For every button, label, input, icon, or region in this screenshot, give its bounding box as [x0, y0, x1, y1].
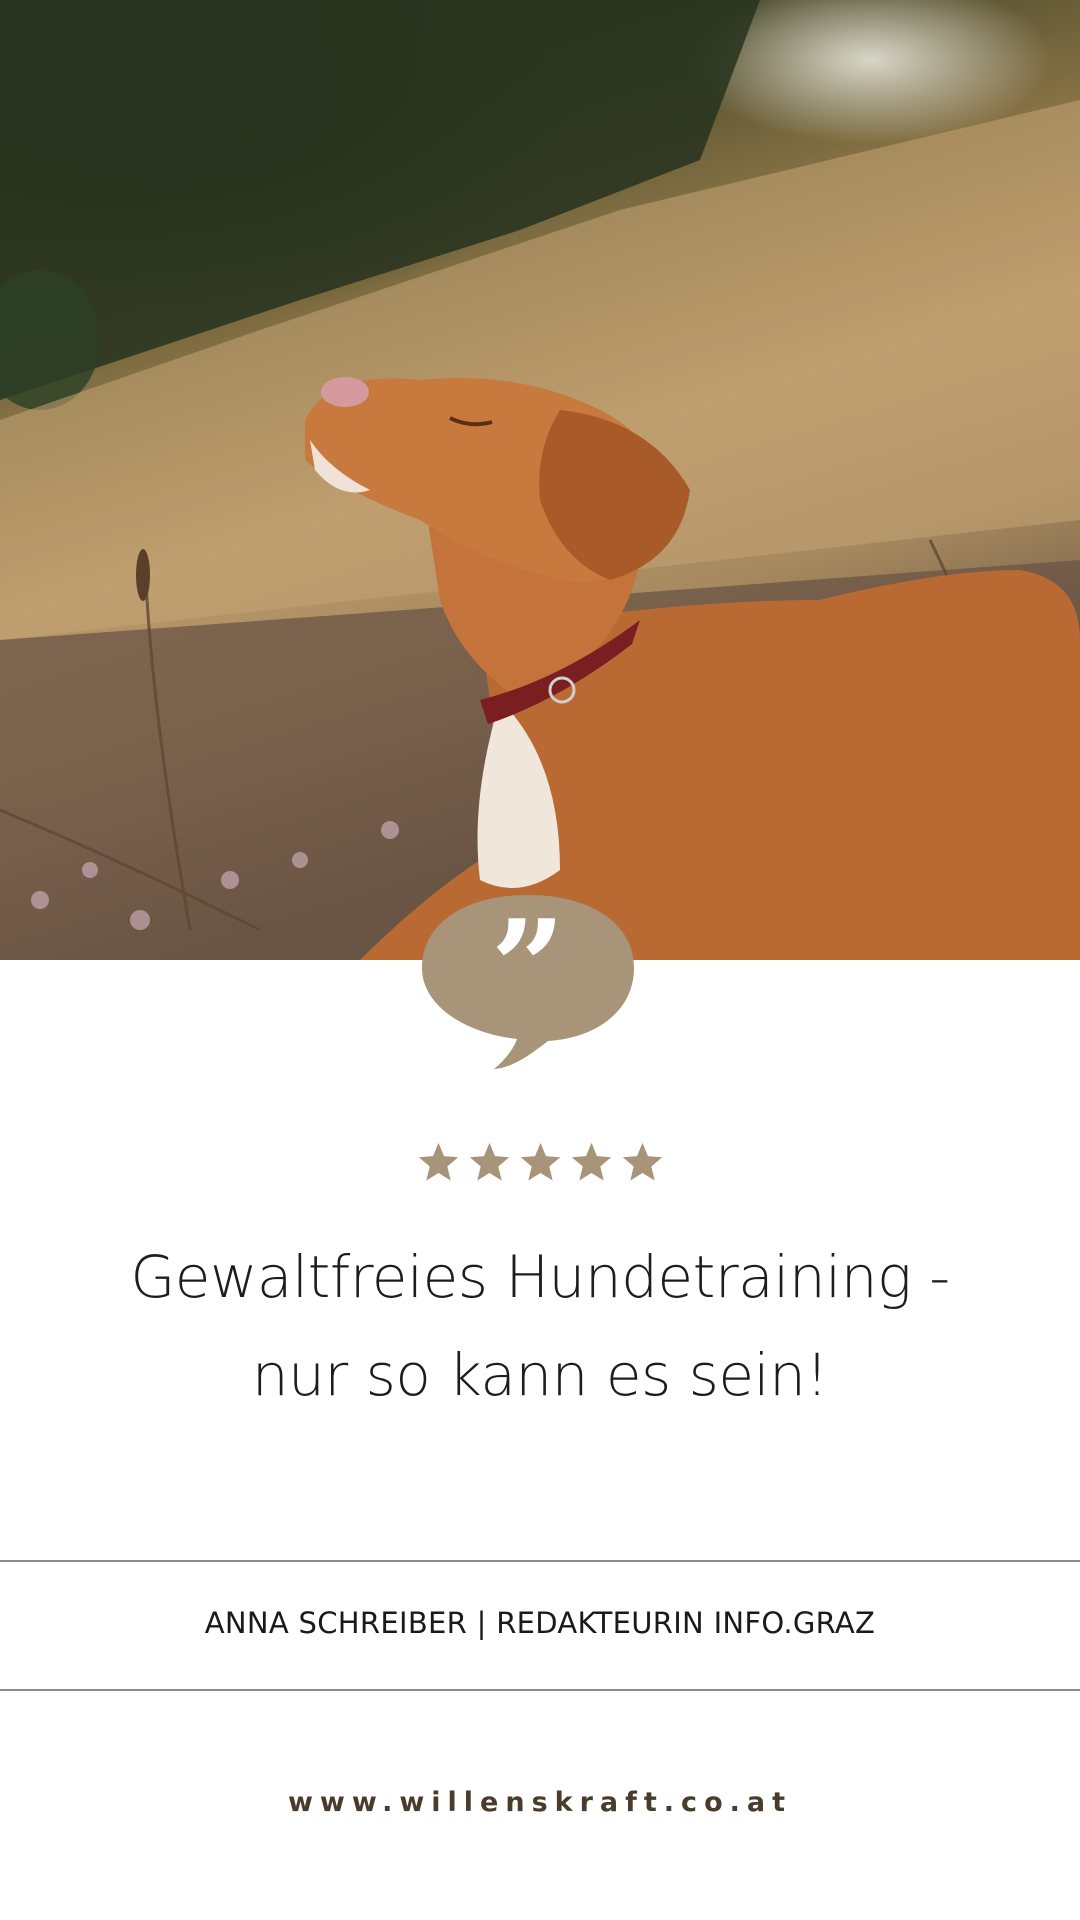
star-icon: [418, 1142, 458, 1181]
quote-bubble-icon: ”: [422, 893, 634, 1069]
divider-bottom: [0, 1689, 1080, 1691]
star-rating: [0, 1140, 1080, 1185]
testimonial-title: Gewaltfreies Hundetraining - nur so kann…: [90, 1228, 990, 1424]
star-icon: [571, 1142, 611, 1181]
author-credit: ANNA SCHREIBER | REDAKTEURIN INFO.GRAZ: [204, 1606, 876, 1640]
dog-photo: [0, 0, 1080, 960]
title-line-1: Gewaltfreies Hundetraining -: [130, 1243, 950, 1311]
divider-top: [0, 1560, 1080, 1562]
dog-illustration: [0, 0, 1080, 960]
title-line-2: nur so kann es sein!: [251, 1341, 829, 1409]
svg-text:”: ”: [491, 893, 566, 1044]
star-icon: [622, 1142, 662, 1181]
star-icon: [469, 1142, 509, 1181]
star-icon: [520, 1142, 560, 1181]
website-link[interactable]: www.willenskraft.co.at: [0, 1787, 1080, 1818]
